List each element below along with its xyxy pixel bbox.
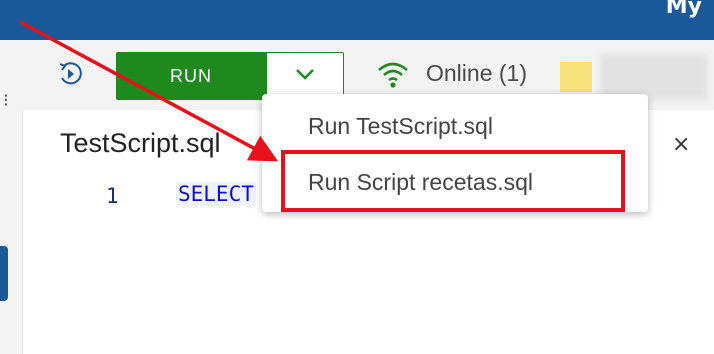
run-dropdown-button[interactable] bbox=[266, 52, 344, 100]
sidebar-tab[interactable] bbox=[0, 246, 8, 301]
menu-item-run-testscript[interactable]: Run TestScript.sql bbox=[262, 98, 648, 154]
user-menu[interactable]: My bbox=[666, 0, 702, 19]
app-header: My bbox=[0, 0, 714, 40]
connection-status: Online (1) bbox=[426, 60, 527, 86]
run-button[interactable]: RUN bbox=[116, 52, 266, 100]
close-icon[interactable]: × bbox=[672, 132, 690, 157]
history-icon[interactable] bbox=[56, 60, 84, 88]
collapse-icon[interactable]: ⁝ bbox=[3, 90, 9, 111]
left-sidebar: ⁝ bbox=[0, 40, 23, 354]
wifi-icon bbox=[378, 62, 408, 88]
annotation-highlight-box bbox=[281, 150, 625, 212]
chevron-down-icon bbox=[296, 69, 314, 80]
tab-title[interactable]: TestScript.sql bbox=[60, 128, 221, 159]
code-line[interactable]: SELECT bbox=[176, 182, 256, 206]
line-number: 1 bbox=[106, 184, 119, 208]
status-indicator bbox=[560, 62, 592, 92]
